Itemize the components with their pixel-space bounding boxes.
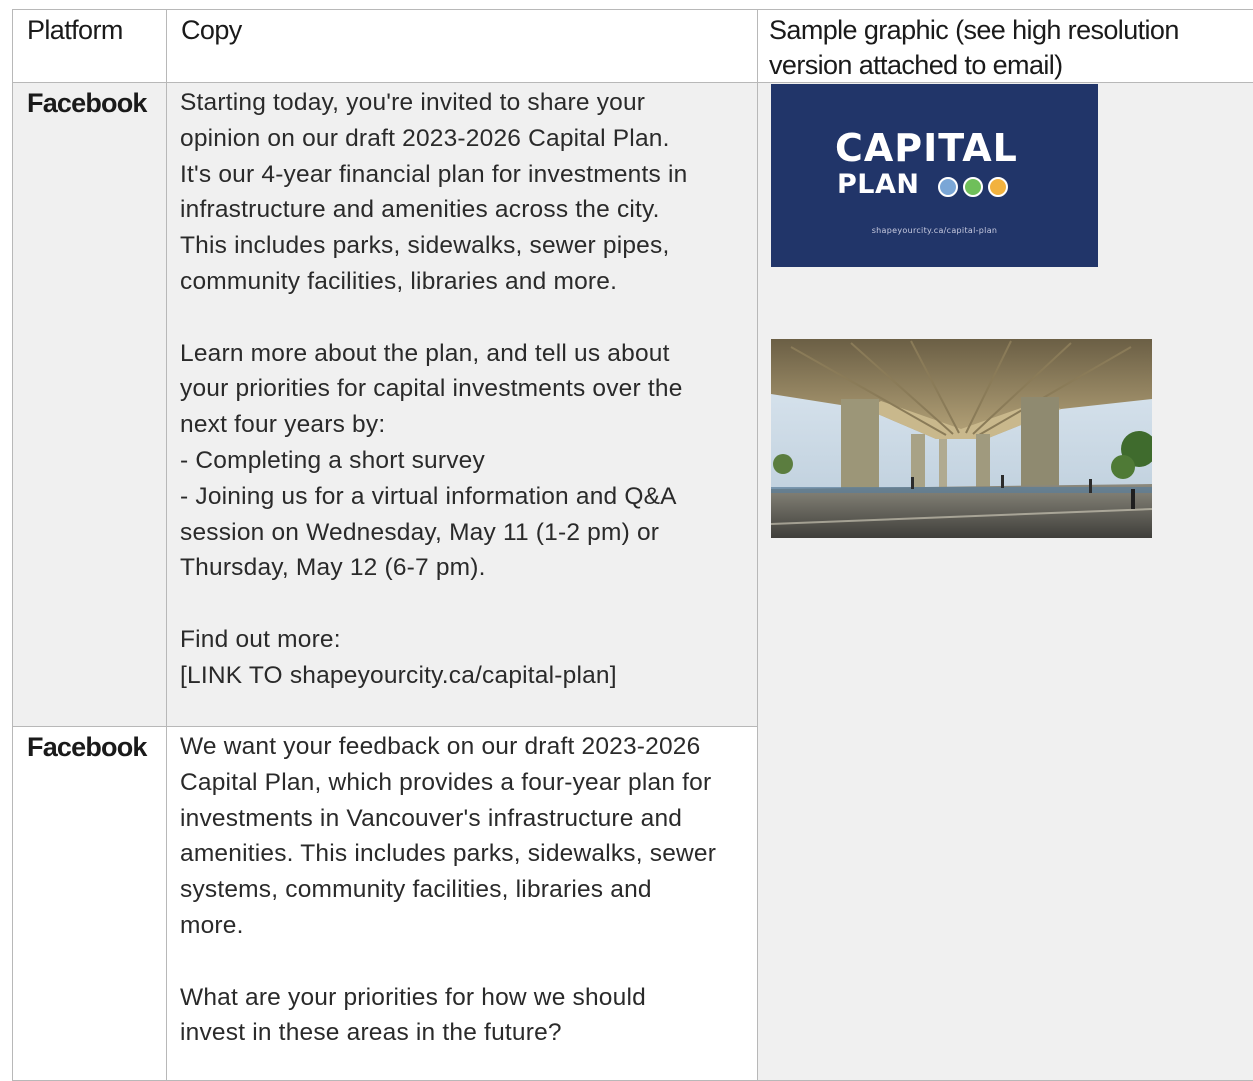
capital-plan-icons [938, 177, 1008, 197]
row2-copy: We want your feedback on our draft 2023-… [167, 727, 758, 1081]
header-platform: Platform [13, 10, 167, 83]
link-placeholder: [LINK TO shapeyourcity.ca/capital-plan] [180, 661, 617, 689]
copy-line: community facilities, libraries and more… [180, 267, 618, 295]
copy-line: opinion on our draft 2023-2026 Capital P… [180, 124, 670, 152]
copy-line: It's our 4-year financial plan for inves… [180, 160, 688, 188]
copy-line: infrastructure and amenities across the … [180, 196, 660, 224]
copy-line: Learn more about the plan, and tell us a… [180, 339, 670, 367]
people-icon [988, 177, 1008, 197]
social-copy-table: Platform Copy Sample graphic (see high r… [12, 9, 1253, 1081]
capital-plan-title: CAPITAL [835, 126, 1018, 170]
copy-line: What are your priorities for how we shou… [180, 983, 646, 1011]
park-icon [963, 177, 983, 197]
copy-line: Thursday, May 12 (6-7 pm). [180, 554, 486, 582]
copy-line: Find out more: [180, 625, 341, 653]
copy-line: systems, community facilities, libraries… [180, 876, 652, 904]
copy-line: next four years by: [180, 411, 386, 439]
header-copy: Copy [167, 10, 758, 83]
copy-line: invest in these areas in the future? [180, 1019, 562, 1047]
copy-line: session on Wednesday, May 11 (1-2 pm) or [180, 518, 660, 546]
bridge-underpass-photo [771, 339, 1152, 538]
copy-line: - Completing a short survey [180, 446, 485, 474]
header-sample-graphic-line2: version attached to email) [769, 50, 1063, 80]
copy-line: This includes parks, sidewalks, sewer pi… [180, 232, 670, 260]
header-sample-graphic: Sample graphic (see high resolution vers… [758, 10, 1253, 83]
capital-plan-graphic: CAPITAL PLAN shapeyourcity.ca/capital-pl… [771, 84, 1098, 267]
copy-line: We want your feedback on our draft 2023-… [180, 733, 701, 760]
row1-copy: Starting today, you're invited to share … [167, 83, 758, 727]
header-sample-graphic-line1: Sample graphic (see high resolution [769, 15, 1179, 45]
capital-plan-subtitle: PLAN [837, 169, 920, 200]
copy-line: your priorities for capital investments … [180, 375, 683, 403]
copy-line: Starting today, you're invited to share … [180, 89, 646, 116]
building-icon [938, 177, 958, 197]
copy-line: investments in Vancouver's infrastructur… [180, 804, 683, 832]
capital-plan-url: shapeyourcity.ca/capital-plan [871, 226, 998, 235]
row2-platform: Facebook [13, 727, 167, 1081]
copy-line: - Joining us for a virtual information a… [180, 482, 677, 510]
copy-line: more. [180, 911, 244, 939]
row1-platform: Facebook [13, 83, 167, 727]
copy-line: Capital Plan, which provides a four-year… [180, 768, 712, 796]
copy-line: amenities. This includes parks, sidewalk… [180, 840, 717, 868]
